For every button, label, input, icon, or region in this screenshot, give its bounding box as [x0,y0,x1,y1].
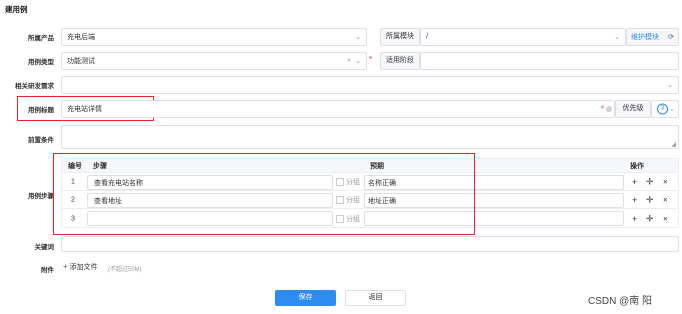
module-select[interactable]: / ⌄ [420,28,626,46]
add-file-button[interactable]: + 添加文件 [63,262,98,274]
case-type-label: 用例类型 [28,59,54,66]
chevron-down-icon: ⌄ [614,34,620,41]
product-value: 充电后端 [67,34,95,41]
maintain-module-label: 维护模块 [631,34,659,41]
add-file-label: 添加文件 [69,264,98,271]
keywords-label: 关键词 [34,244,55,251]
maintain-module-button[interactable]: 维护模块 ⟳ [626,28,679,46]
page-title: 建用例 [5,5,28,14]
required-mark: * [600,104,604,114]
priority-value: 3 [657,103,668,115]
close-icon[interactable]: × [663,214,668,223]
attachment-limit: (不超过50M) [108,267,142,273]
resize-handle-icon[interactable]: ◢ [671,141,676,148]
close-icon[interactable]: × [663,196,668,205]
case-title-input[interactable]: 充电站详情 * ◍ [61,100,615,118]
module-value: / [426,33,428,41]
chevron-down-icon: ⌄ [355,34,361,41]
plus-icon[interactable]: + [632,214,637,224]
case-type-value: 功能测试 [67,58,95,65]
related-req-select[interactable]: ⌄ [61,76,679,94]
related-req-label: 相关研发需求 [15,83,54,90]
chevron-down-icon: ⌄ [669,106,675,113]
chevron-down-icon: ⌄ [667,82,673,89]
plus-icon: + [63,262,68,271]
case-title-value: 充电站详情 [67,106,102,113]
move-icon[interactable]: ✛ [646,177,654,188]
move-icon[interactable]: ✛ [646,213,654,224]
close-icon[interactable]: × [663,178,668,187]
precondition-textarea[interactable]: ◢ [61,125,679,149]
steps-label: 用例步骤 [28,193,54,200]
stage-select[interactable] [420,52,679,70]
priority-label: 优先级 [615,100,651,118]
product-select[interactable]: 充电后端 ⌄ [61,28,367,46]
chevron-down-icon: ⌄ [355,58,361,65]
plus-icon[interactable]: + [632,177,637,187]
precondition-label: 前置条件 [28,137,54,144]
back-button[interactable]: 返回 [345,290,406,306]
case-type-select[interactable]: 功能测试 × ⌄ [61,52,367,70]
color-picker-icon[interactable]: ◍ [606,105,612,113]
attachment-label: 附件 [41,267,54,274]
stage-label: 适用阶段 [380,52,420,70]
highlight-frame [53,153,475,235]
plus-icon[interactable]: + [632,195,637,205]
move-icon[interactable]: ✛ [646,195,654,206]
keywords-input[interactable] [61,236,679,252]
clear-icon[interactable]: × [347,58,351,65]
required-mark: * [369,55,373,64]
priority-select[interactable]: 3 ⌄ [651,100,679,118]
save-button[interactable]: 保存 [275,290,336,306]
col-ops-header: 操作 [630,162,644,170]
case-title-label: 用例标题 [28,107,54,114]
product-label: 所属产品 [28,35,54,42]
module-label: 所属模块 [380,28,420,46]
watermark: CSDN @南 阳 [588,296,653,307]
refresh-icon[interactable]: ⟳ [668,33,674,41]
